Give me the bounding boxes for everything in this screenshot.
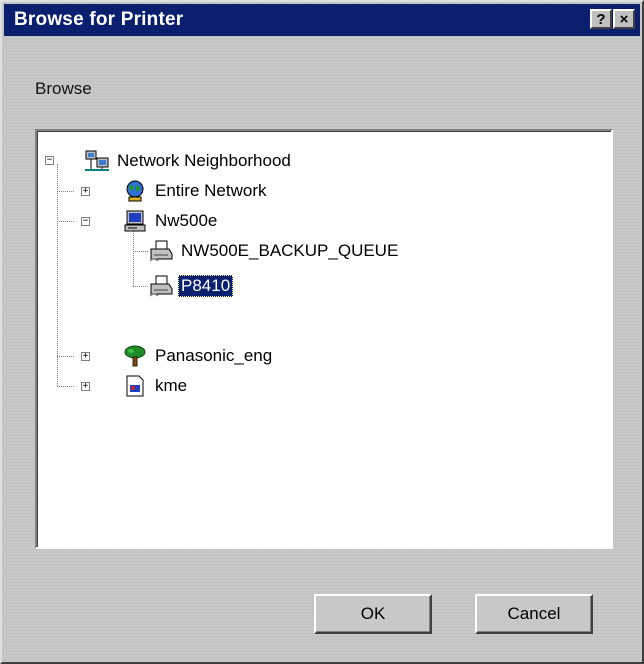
tree-item-label: Entire Network <box>155 181 267 200</box>
tree-item-network-neighborhood[interactable]: Network Neighborhood <box>82 147 294 175</box>
browse-label: Browse <box>35 79 92 98</box>
tree-connector <box>133 226 134 286</box>
tree-item-label: kme <box>155 376 188 395</box>
window-title: Browse for Printer <box>14 9 184 30</box>
tree-connector <box>57 221 74 222</box>
collapse-toggle-network-neighborhood[interactable]: − <box>45 156 54 165</box>
tree-connector <box>57 386 74 387</box>
collapse-toggle-nw500e[interactable]: − <box>81 217 90 226</box>
tree-item-label: Nw500e <box>155 211 218 230</box>
tree-item-nw500e-backup-queue[interactable]: NW500E_BACKUP_QUEUE <box>146 237 401 265</box>
tree-item-label: Panasonic_eng <box>155 346 273 365</box>
printer-icon <box>146 237 176 265</box>
expand-toggle-panasonic-eng[interactable]: + <box>81 352 90 361</box>
tree-item-label: NW500E_BACKUP_QUEUE <box>181 241 399 260</box>
tree-connector <box>57 164 58 386</box>
printer-tree-view[interactable]: − + − + + Network Neighborhood Entire Ne… <box>35 129 613 549</box>
cancel-button[interactable]: Cancel <box>475 594 593 634</box>
tree-item-label-selected: P8410 <box>178 275 234 297</box>
browse-for-printer-dialog: Browse for Printer ? × Browse − + − + + <box>0 0 644 664</box>
tree-item-p8410[interactable]: P8410 <box>146 272 234 300</box>
help-button[interactable]: ? <box>590 9 612 29</box>
network-neighborhood-icon <box>82 147 112 175</box>
globe-network-icon <box>120 177 150 205</box>
document-icon <box>120 372 150 400</box>
tree-icon <box>120 342 150 370</box>
title-bar[interactable]: Browse for Printer ? × <box>4 4 640 36</box>
printer-icon <box>146 272 176 300</box>
tree-connector <box>57 191 74 192</box>
tree-item-kme[interactable]: kme <box>120 372 190 400</box>
tree-item-panasonic-eng[interactable]: Panasonic_eng <box>120 342 275 370</box>
ok-button[interactable]: OK <box>314 594 432 634</box>
tree-item-nw500e[interactable]: Nw500e <box>120 207 220 235</box>
server-computer-icon <box>120 207 150 235</box>
help-icon: ? <box>596 10 606 28</box>
expand-toggle-kme[interactable]: + <box>81 382 90 391</box>
tree-item-entire-network[interactable]: Entire Network <box>120 177 269 205</box>
tree-connector <box>57 356 74 357</box>
expand-toggle-entire-network[interactable]: + <box>81 187 90 196</box>
close-button[interactable]: × <box>613 9 635 29</box>
tree-item-label: Network Neighborhood <box>117 151 291 170</box>
close-icon: × <box>619 10 629 28</box>
